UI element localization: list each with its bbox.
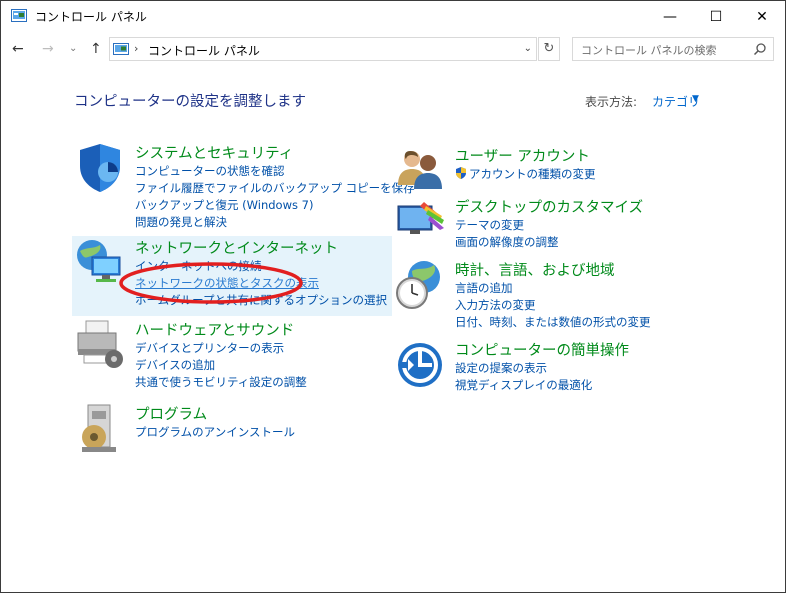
uac-shield-icon — [456, 167, 466, 179]
link-optimize-display[interactable]: 視覚ディスプレイの最適化 — [455, 377, 592, 394]
users-icon — [398, 151, 442, 189]
link-change-input-method[interactable]: 入力方法の変更 — [455, 297, 651, 314]
search-placeholder: コントロール パネルの検索 — [581, 44, 717, 57]
link-uninstall-program[interactable]: プログラムのアンインストール — [135, 424, 295, 441]
title-bar: コントロール パネル — ☐ ✕ — [1, 1, 785, 33]
breadcrumb-separator[interactable]: › — [134, 42, 138, 55]
link-change-account-type[interactable]: アカウントの種類の変更 — [455, 166, 596, 183]
category-title[interactable]: ネットワークとインターネット — [135, 237, 338, 258]
category-title[interactable]: コンピューターの簡単操作 — [455, 339, 629, 360]
up-button[interactable]: ↑ — [90, 41, 102, 57]
maximize-icon: ☐ — [709, 8, 723, 25]
close-button[interactable]: ✕ — [739, 1, 785, 32]
link-file-history[interactable]: ファイル履歴でファイルのバックアップ コピーを保存 — [135, 180, 415, 197]
search-input[interactable]: コントロール パネルの検索 — [572, 37, 774, 61]
link-troubleshoot[interactable]: 問題の発見と解決 — [135, 214, 415, 231]
programs-icon — [82, 404, 116, 452]
link-add-device[interactable]: デバイスの追加 — [135, 357, 307, 374]
page-title: コンピューターの設定を調整します — [74, 94, 306, 110]
control-panel-window: コントロール パネル — ☐ ✕ ← → ⌄ ↑ › コントロール パネル ⌄ … — [0, 0, 786, 593]
link-homegroup-sharing[interactable]: ホームグループと共有に関するオプションの選択 — [135, 292, 387, 309]
control-panel-icon — [113, 43, 129, 55]
maximize-button[interactable]: ☐ — [693, 1, 739, 32]
ease-of-access-icon — [398, 343, 442, 387]
link-change-theme[interactable]: テーマの変更 — [455, 217, 559, 234]
link-devices-printers[interactable]: デバイスとプリンターの表示 — [135, 340, 307, 357]
shield-icon — [80, 144, 120, 192]
printer-icon — [77, 320, 123, 368]
category-title[interactable]: 時計、言語、および地域 — [455, 259, 615, 280]
address-dropdown-icon[interactable]: ⌄ — [524, 43, 532, 54]
link-network-status[interactable]: ネットワークの状態とタスクの表示 — [135, 275, 387, 292]
link-backup-restore[interactable]: バックアップと復元 (Windows 7) — [135, 197, 415, 214]
link-date-time-format[interactable]: 日付、時刻、または数値の形式の変更 — [455, 314, 651, 331]
category-title[interactable]: ハードウェアとサウンド — [135, 319, 294, 340]
refresh-icon: ↻ — [543, 41, 555, 56]
minimize-icon: — — [663, 8, 677, 25]
link-check-status[interactable]: コンピューターの状態を確認 — [135, 163, 415, 180]
link-screen-resolution[interactable]: 画面の解像度の調整 — [455, 234, 559, 251]
refresh-button[interactable]: ↻ — [538, 37, 560, 61]
search-icon — [753, 43, 766, 56]
view-by-label: 表示方法: — [585, 95, 638, 109]
close-icon: ✕ — [756, 8, 768, 25]
back-button[interactable]: ← — [12, 41, 24, 57]
window-title: コントロール パネル — [35, 10, 147, 24]
desktop-customize-icon — [397, 202, 444, 234]
breadcrumb-control-panel[interactable]: コントロール パネル — [148, 42, 260, 59]
chevron-down-icon[interactable]: ▼ — [692, 94, 699, 104]
link-add-language[interactable]: 言語の追加 — [455, 280, 651, 297]
forward-button[interactable]: → — [42, 41, 54, 57]
category-title[interactable]: ユーザー アカウント — [455, 145, 590, 166]
link-connect-internet[interactable]: インターネットへの接続 — [135, 258, 387, 275]
minimize-button[interactable]: — — [647, 1, 693, 32]
address-bar[interactable]: › コントロール パネル ⌄ — [109, 37, 537, 61]
recent-locations-button[interactable]: ⌄ — [69, 43, 77, 54]
link-suggested-settings[interactable]: 設定の提案の表示 — [455, 360, 592, 377]
navigation-bar: ← → ⌄ ↑ › コントロール パネル ⌄ ↻ コントロール パネルの検索 — [1, 33, 785, 67]
control-panel-icon — [11, 9, 27, 22]
category-title[interactable]: システムとセキュリティ — [135, 142, 293, 163]
link-mobility-settings[interactable]: 共通で使うモビリティ設定の調整 — [135, 374, 307, 391]
link-label: アカウントの種類の変更 — [469, 167, 596, 181]
category-title[interactable]: プログラム — [135, 403, 207, 424]
category-title[interactable]: デスクトップのカスタマイズ — [455, 196, 643, 217]
clock-globe-icon — [396, 261, 440, 309]
network-globe-icon — [77, 240, 121, 282]
